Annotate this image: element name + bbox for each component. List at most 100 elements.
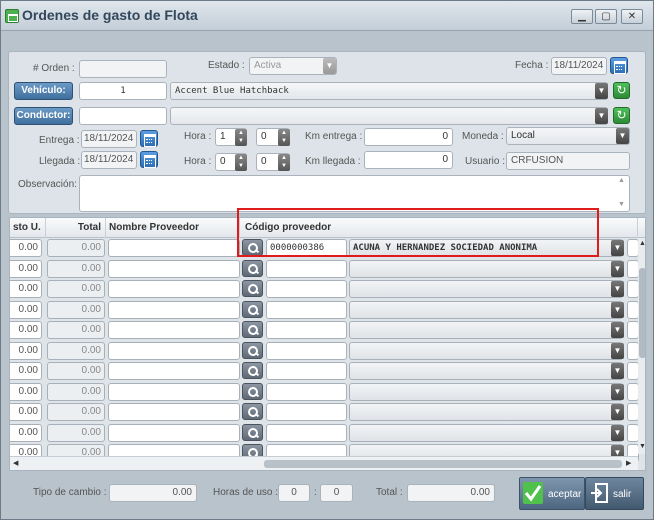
nombre-proveedor-cell[interactable] (108, 383, 240, 401)
proveedor-select[interactable] (349, 383, 623, 401)
proveedor-dropdown-icon[interactable]: ▼ (611, 425, 624, 441)
grid-horizontal-scroll-thumb[interactable] (264, 460, 622, 468)
salir-button[interactable]: salir (585, 477, 644, 510)
costo-unitario-cell[interactable]: 0.00 (10, 321, 42, 339)
proveedor-dropdown-icon[interactable]: ▼ (611, 343, 624, 359)
grid-horizontal-scrollbar[interactable]: ◀ ▶ (10, 456, 638, 470)
codigo-proveedor-cell[interactable] (266, 280, 347, 298)
scroll-right-icon[interactable]: ▶ (626, 459, 631, 467)
horas-uso-m-field[interactable]: 0 (320, 484, 353, 502)
horas-uso-h-field[interactable]: 0 (278, 484, 310, 502)
codigo-proveedor-cell[interactable] (266, 424, 347, 442)
proveedor-select[interactable] (349, 362, 623, 380)
vehiculo-dropdown-icon[interactable]: ▼ (595, 83, 608, 99)
hora-llegada-m-stepper-icon[interactable]: ▲ ▼ (278, 154, 290, 171)
search-icon[interactable] (242, 403, 263, 420)
proveedor-dropdown-icon[interactable]: ▼ (611, 240, 624, 256)
nombre-proveedor-cell[interactable] (108, 280, 240, 298)
nombre-proveedor-cell[interactable] (108, 321, 240, 339)
entrega-field[interactable]: 18/11/2024 (81, 130, 137, 148)
search-icon[interactable] (242, 260, 263, 277)
header-total[interactable]: Total (46, 218, 106, 238)
codigo-proveedor-cell[interactable] (266, 260, 347, 278)
costo-unitario-cell[interactable]: 0.00 (10, 424, 42, 442)
observacion-textarea[interactable] (79, 175, 630, 212)
search-icon[interactable] (242, 301, 263, 318)
codigo-proveedor-cell[interactable] (266, 321, 347, 339)
scroll-up-icon[interactable]: ▲ (639, 240, 645, 247)
proveedor-dropdown-icon[interactable]: ▼ (611, 302, 624, 318)
costo-unitario-cell[interactable]: 0.00 (10, 239, 42, 257)
search-icon[interactable] (242, 280, 263, 297)
orden-field[interactable] (79, 60, 167, 78)
proveedor-select[interactable] (349, 424, 623, 442)
proveedor-dropdown-icon[interactable]: ▼ (611, 363, 624, 379)
costo-unitario-cell[interactable]: 0.00 (10, 342, 42, 360)
costo-unitario-cell[interactable]: 0.00 (10, 280, 42, 298)
costo-unitario-cell[interactable]: 0.00 (10, 362, 42, 380)
nombre-proveedor-cell[interactable] (108, 301, 240, 319)
costo-unitario-cell[interactable]: 0.00 (10, 301, 42, 319)
nombre-proveedor-cell[interactable] (108, 362, 240, 380)
tipo-cambio-field[interactable]: 0.00 (109, 484, 197, 502)
total-field[interactable]: 0.00 (407, 484, 495, 502)
fecha-calendar-icon[interactable] (610, 57, 628, 74)
proveedor-select[interactable] (349, 342, 623, 360)
vehiculo-id-field[interactable]: 1 (79, 82, 167, 100)
maximize-button[interactable]: ▢ (595, 9, 617, 24)
vehiculo-refresh-icon[interactable]: ↻ (613, 82, 630, 99)
observacion-scroll-down-icon[interactable]: ▼ (618, 201, 625, 208)
hora-llegada-h-stepper-icon[interactable]: ▲ ▼ (235, 154, 247, 171)
search-icon[interactable] (242, 342, 263, 359)
aceptar-button[interactable]: aceptar (519, 477, 585, 510)
grid-vertical-scroll-thumb[interactable] (639, 268, 645, 358)
conductor-select[interactable] (170, 107, 608, 125)
nombre-proveedor-cell[interactable] (108, 424, 240, 442)
observacion-scroll-up-icon[interactable]: ▲ (618, 177, 625, 184)
costo-unitario-cell[interactable]: 0.00 (10, 403, 42, 421)
scroll-left-icon[interactable]: ◀ (13, 459, 18, 467)
proveedor-dropdown-icon[interactable]: ▼ (611, 281, 624, 297)
estado-dropdown-icon[interactable]: ▼ (323, 58, 336, 74)
hora-entrega-h-stepper-icon[interactable]: ▲ ▼ (235, 129, 247, 146)
codigo-proveedor-cell[interactable] (266, 342, 347, 360)
nombre-proveedor-cell[interactable] (108, 260, 240, 278)
conductor-refresh-icon[interactable]: ↻ (613, 107, 630, 124)
proveedor-select[interactable] (349, 301, 623, 319)
close-button[interactable]: ✕ (621, 9, 643, 24)
proveedor-select[interactable] (349, 260, 623, 278)
costo-unitario-cell[interactable]: 0.00 (10, 260, 42, 278)
proveedor-dropdown-icon[interactable]: ▼ (611, 322, 624, 338)
search-icon[interactable] (242, 362, 263, 379)
proveedor-select[interactable] (349, 403, 623, 421)
proveedor-dropdown-icon[interactable]: ▼ (611, 261, 624, 277)
search-icon[interactable] (242, 424, 263, 441)
search-icon[interactable] (242, 321, 263, 338)
conductor-button[interactable]: Conductor: (14, 107, 73, 125)
proveedor-select[interactable] (349, 321, 623, 339)
llegada-field[interactable]: 18/11/2024 (81, 151, 137, 169)
costo-unitario-cell[interactable]: 0.00 (10, 383, 42, 401)
km-llegada-field[interactable]: 0 (364, 151, 453, 169)
entrega-calendar-icon[interactable] (140, 130, 158, 147)
conductor-id-field[interactable] (79, 107, 167, 125)
codigo-proveedor-cell[interactable] (266, 383, 347, 401)
llegada-calendar-icon[interactable] (140, 151, 158, 168)
nombre-proveedor-cell[interactable] (108, 342, 240, 360)
km-entrega-field[interactable]: 0 (364, 128, 453, 146)
vehiculo-select[interactable]: Accent Blue Hatchback (170, 82, 608, 100)
hora-entrega-m-stepper-icon[interactable]: ▲ ▼ (278, 129, 290, 146)
grid-vertical-scrollbar[interactable]: ▲ ▼ (638, 238, 645, 454)
codigo-proveedor-cell[interactable] (266, 301, 347, 319)
minimize-button[interactable]: ▁ (571, 9, 593, 24)
scroll-down-icon[interactable]: ▼ (639, 443, 645, 450)
moneda-select[interactable]: Local (506, 127, 630, 145)
moneda-dropdown-icon[interactable]: ▼ (616, 128, 629, 144)
header-nombre-proveedor[interactable]: Nombre Proveedor (106, 218, 240, 238)
vehiculo-button[interactable]: Vehículo: (14, 82, 73, 100)
fecha-field[interactable]: 18/11/2024 (551, 57, 607, 75)
search-icon[interactable] (242, 383, 263, 400)
codigo-proveedor-cell[interactable] (266, 403, 347, 421)
title-bar[interactable]: Ordenes de gasto de Flota ▁ ▢ ✕ (1, 1, 653, 31)
nombre-proveedor-cell[interactable] (108, 239, 240, 257)
